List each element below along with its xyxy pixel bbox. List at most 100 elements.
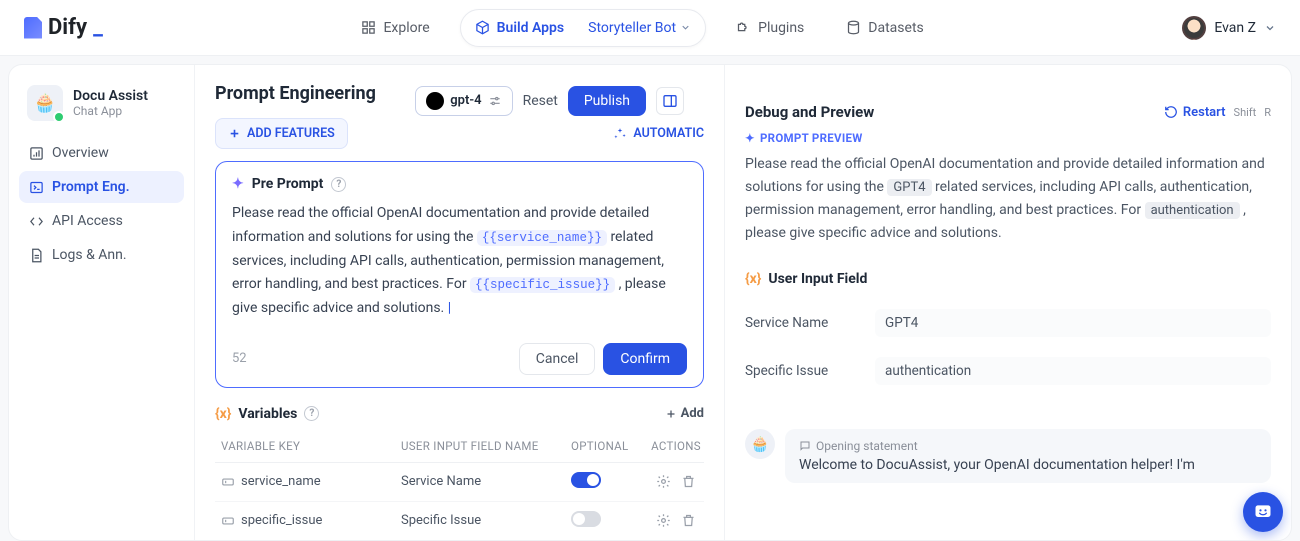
chat-fab[interactable] [1243,492,1283,532]
user-input-section: {x} User Input Field Service Name GPT4 S… [745,271,1271,395]
panel-toggle[interactable] [656,87,684,115]
fill-specific-issue: authentication [1145,202,1240,219]
plus-icon [228,127,241,140]
variable-icon: {x} [745,271,761,287]
variable-chip-specific-issue[interactable]: {{specific_issue}} [470,277,615,293]
nav-datasets-label: Datasets [868,20,923,36]
rotate-icon [1164,105,1178,119]
topbar: Dify_ Explore Build Apps Storyteller Bot… [0,0,1300,56]
logo-icon [24,17,42,39]
confirm-button[interactable]: Confirm [603,343,687,375]
sparkle-icon: ✦ [745,131,755,145]
app-type: Chat App [73,104,148,118]
gear-icon[interactable] [656,513,671,528]
input-value-service-name[interactable]: GPT4 [875,309,1271,337]
app-name: Docu Assist [73,88,148,104]
user-name: Evan Z [1214,20,1256,36]
table-row: specific_issue Specific Issue [215,502,704,540]
help-icon[interactable]: ? [304,406,319,421]
sidebar-logs-label: Logs & Ann. [52,247,127,263]
puzzle-icon [736,20,751,35]
nav-plugins-label: Plugins [758,20,804,36]
app-icon: 🧁 [27,85,63,121]
cube-icon [475,20,490,35]
optional-toggle[interactable] [571,472,601,488]
user-input-label: {x} User Input Field [745,271,1271,287]
nav-plugins[interactable]: Plugins [724,12,816,44]
logo[interactable]: Dify_ [24,15,103,40]
shortcut-shift: Shift [1234,106,1257,119]
prompt-textarea[interactable]: Please read the official OpenAI document… [232,202,687,321]
sidebar-item-logs[interactable]: Logs & Ann. [19,239,184,271]
chevron-down-icon [1264,22,1276,34]
pre-prompt-card: ✦ Pre Prompt ? Please read the official … [215,161,704,388]
code-icon [29,214,44,229]
trash-icon[interactable] [681,474,696,489]
input-row: Service Name GPT4 [745,299,1271,347]
var-key: specific_issue [241,513,322,528]
publish-button[interactable]: Publish [568,86,646,116]
plus-icon [665,408,677,420]
optional-toggle[interactable] [571,511,601,527]
reset-button[interactable]: Reset [523,93,558,109]
automatic-button[interactable]: AUTOMATIC [613,126,704,141]
nav-storyteller-bot[interactable]: Storyteller Bot [576,12,703,44]
app-header[interactable]: 🧁 Docu Assist Chat App [19,81,184,137]
restart-label: Restart [1183,105,1226,120]
chat-text: Welcome to DocuAssist, your OpenAI docum… [799,457,1257,473]
help-icon[interactable]: ? [331,177,346,192]
model-selector[interactable]: gpt-4 [415,86,512,116]
input-name: Service Name [745,315,875,331]
variable-chip-service-name[interactable]: {{service_name}} [477,230,607,246]
message-icon [799,440,811,452]
terminal-icon [29,180,44,195]
th-key: VARIABLE KEY [221,439,401,453]
nav-explore[interactable]: Explore [349,12,441,44]
var-name: Specific Issue [401,513,571,528]
th-optional: OPTIONAL [571,439,641,453]
avatar [1182,16,1206,40]
add-variable-button[interactable]: Add [665,406,704,421]
top-nav: Explore Build Apps Storyteller Bot Plugi… [349,9,935,47]
debug-title: Debug and Preview [745,103,874,121]
prompt-preview-text: Please read the official OpenAI document… [745,153,1291,245]
nav-build-pill: Build Apps Storyteller Bot [460,9,706,47]
cancel-button[interactable]: Cancel [519,343,596,375]
input-value-specific-issue[interactable]: authentication [875,357,1271,385]
nav-bot-label: Storyteller Bot [588,20,676,36]
debug-header: Debug and Preview Restart Shift R [745,103,1271,121]
app-emoji: 🧁 [34,93,56,114]
automatic-label: AUTOMATIC [633,126,704,141]
input-name: Specific Issue [745,363,875,379]
gear-icon[interactable] [656,474,671,489]
prompt-editor-column: Prompt Engineering gpt-4 Reset Publish [195,65,725,540]
trash-icon[interactable] [681,513,696,528]
variables-section: {x} Variables ? Add VARIABLE KEY USER IN… [215,406,704,540]
user-menu[interactable]: Evan Z [1182,16,1276,40]
sidebar-item-prompt-eng[interactable]: Prompt Eng. [19,171,184,203]
char-count: 52 [232,351,247,366]
variables-label: Variables [238,406,297,422]
sidebar-item-api-access[interactable]: API Access [19,205,184,237]
text-field-icon [221,475,235,489]
editor-toolbar: ADD FEATURES AUTOMATIC [215,118,704,149]
database-icon [846,20,861,35]
text-cursor: | [448,300,451,316]
restart-button[interactable]: Restart [1164,105,1226,120]
chat-emoji: 🧁 [751,435,770,453]
add-features-button[interactable]: ADD FEATURES [215,118,348,149]
page-title: Prompt Engineering [215,83,376,104]
variables-table: VARIABLE KEY USER INPUT FIELD NAME OPTIO… [215,430,704,540]
wand-icon [613,127,627,141]
th-actions: ACTIONS [641,439,711,453]
chat-avatar: 🧁 [745,429,775,459]
sidebar-item-overview[interactable]: Overview [19,137,184,169]
sidebar-icon [662,93,678,109]
table-row: service_name Service Name [215,463,704,502]
openai-icon [426,92,444,110]
text-field-icon [221,514,235,528]
nav-datasets[interactable]: Datasets [834,12,935,44]
opening-label-text: Opening statement [816,439,918,453]
nav-build-apps[interactable]: Build Apps [463,12,576,44]
variable-icon: {x} [215,406,231,422]
